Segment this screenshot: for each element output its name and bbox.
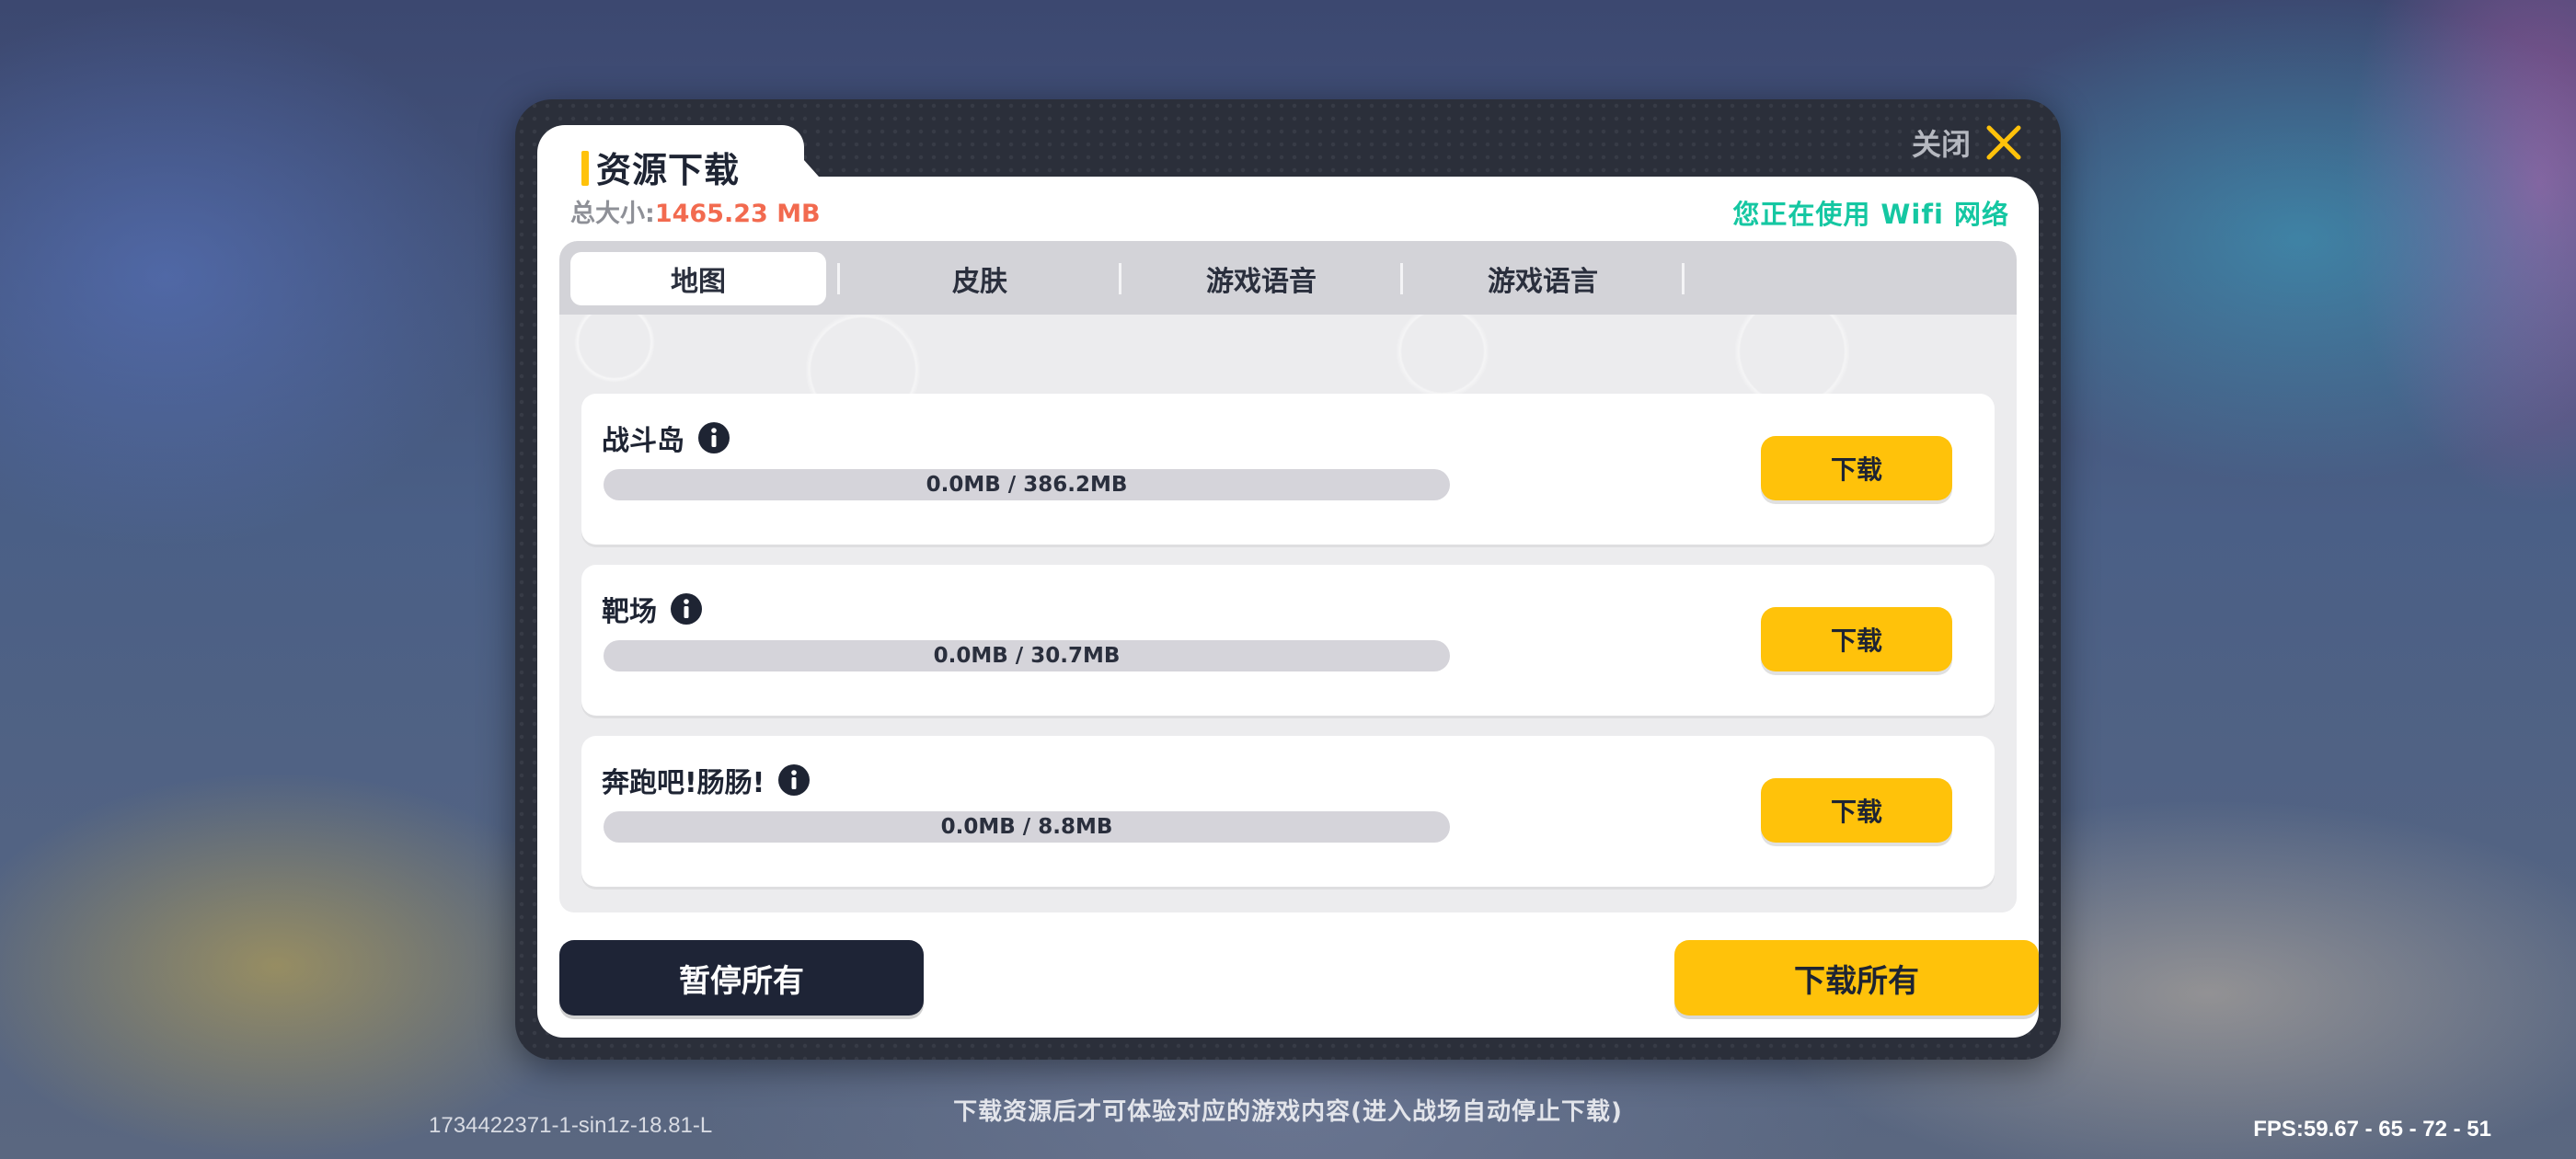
tab-divider bbox=[1119, 263, 1121, 294]
tab-game-voice[interactable]: 游戏语音 bbox=[1133, 252, 1389, 305]
total-size-value: 1465.23 MB bbox=[654, 200, 821, 228]
build-id: 1734422371-1-sin1z-18.81-L bbox=[429, 1113, 713, 1138]
item-name: 奔跑吧!肠肠! bbox=[602, 767, 765, 799]
item-title-row: 靶场 bbox=[602, 589, 703, 629]
tab-divider bbox=[1400, 263, 1403, 294]
tab-divider bbox=[837, 263, 840, 294]
title-accent-bar bbox=[581, 151, 589, 186]
item-title-row: 奔跑吧!肠肠! bbox=[602, 760, 811, 800]
progress-text: 0.0MB / 8.8MB bbox=[940, 815, 1113, 839]
resource-download-dialog: 资源下载 总大小:1465.23 MB 关闭 您正在使用 Wifi 网络 地图 … bbox=[515, 99, 2061, 1060]
total-size-label: 总大小: bbox=[570, 200, 655, 228]
dialog-title-tab-edge bbox=[773, 125, 819, 177]
progress-text: 0.0MB / 30.7MB bbox=[933, 644, 1121, 668]
category-tabs: 地图 皮肤 游戏语音 游戏语言 bbox=[559, 241, 2017, 315]
progress-text: 0.0MB / 386.2MB bbox=[926, 473, 1128, 497]
tab-skin[interactable]: 皮肤 bbox=[852, 252, 1108, 305]
tab-game-language[interactable]: 游戏语言 bbox=[1415, 252, 1671, 305]
download-button[interactable]: 下载 bbox=[1761, 607, 1952, 671]
tab-divider bbox=[1682, 263, 1685, 294]
download-progress-bar: 0.0MB / 386.2MB bbox=[604, 469, 1450, 500]
close-button[interactable]: 关闭 bbox=[1912, 121, 2024, 164]
resource-list[interactable]: 战斗岛 0.0MB / 386.2MB 下载 靶场 0.0MB / 30.7MB… bbox=[559, 315, 2017, 912]
close-icon[interactable] bbox=[1984, 122, 2024, 163]
info-icon[interactable] bbox=[777, 763, 811, 797]
item-name: 战斗岛 bbox=[602, 425, 684, 457]
network-status: 您正在使用 Wifi 网络 bbox=[1732, 199, 2009, 230]
info-icon[interactable] bbox=[697, 421, 730, 454]
total-size: 总大小:1465.23 MB bbox=[570, 193, 821, 229]
list-item: 靶场 0.0MB / 30.7MB 下载 bbox=[581, 565, 1995, 716]
fps-counter: FPS:59.67 - 65 - 72 - 51 bbox=[2253, 1117, 2491, 1142]
item-title-row: 战斗岛 bbox=[602, 418, 730, 458]
download-all-button[interactable]: 下载所有 bbox=[1674, 940, 2039, 1016]
download-progress-bar: 0.0MB / 30.7MB bbox=[604, 640, 1450, 671]
download-progress-bar: 0.0MB / 8.8MB bbox=[604, 811, 1450, 843]
pause-all-button[interactable]: 暂停所有 bbox=[559, 940, 924, 1016]
list-item: 奔跑吧!肠肠! 0.0MB / 8.8MB 下载 bbox=[581, 736, 1995, 887]
download-button[interactable]: 下载 bbox=[1761, 436, 1952, 500]
download-hint: 下载资源后才可体验对应的游戏内容(进入战场自动停止下载) bbox=[953, 1098, 1623, 1126]
close-label: 关闭 bbox=[1911, 127, 1971, 162]
item-name: 靶场 bbox=[602, 596, 657, 628]
list-item: 战斗岛 0.0MB / 386.2MB 下载 bbox=[581, 394, 1995, 545]
dialog-title: 资源下载 bbox=[596, 150, 741, 190]
download-button[interactable]: 下载 bbox=[1761, 778, 1952, 843]
tab-map[interactable]: 地图 bbox=[570, 252, 826, 305]
info-icon[interactable] bbox=[670, 592, 703, 625]
